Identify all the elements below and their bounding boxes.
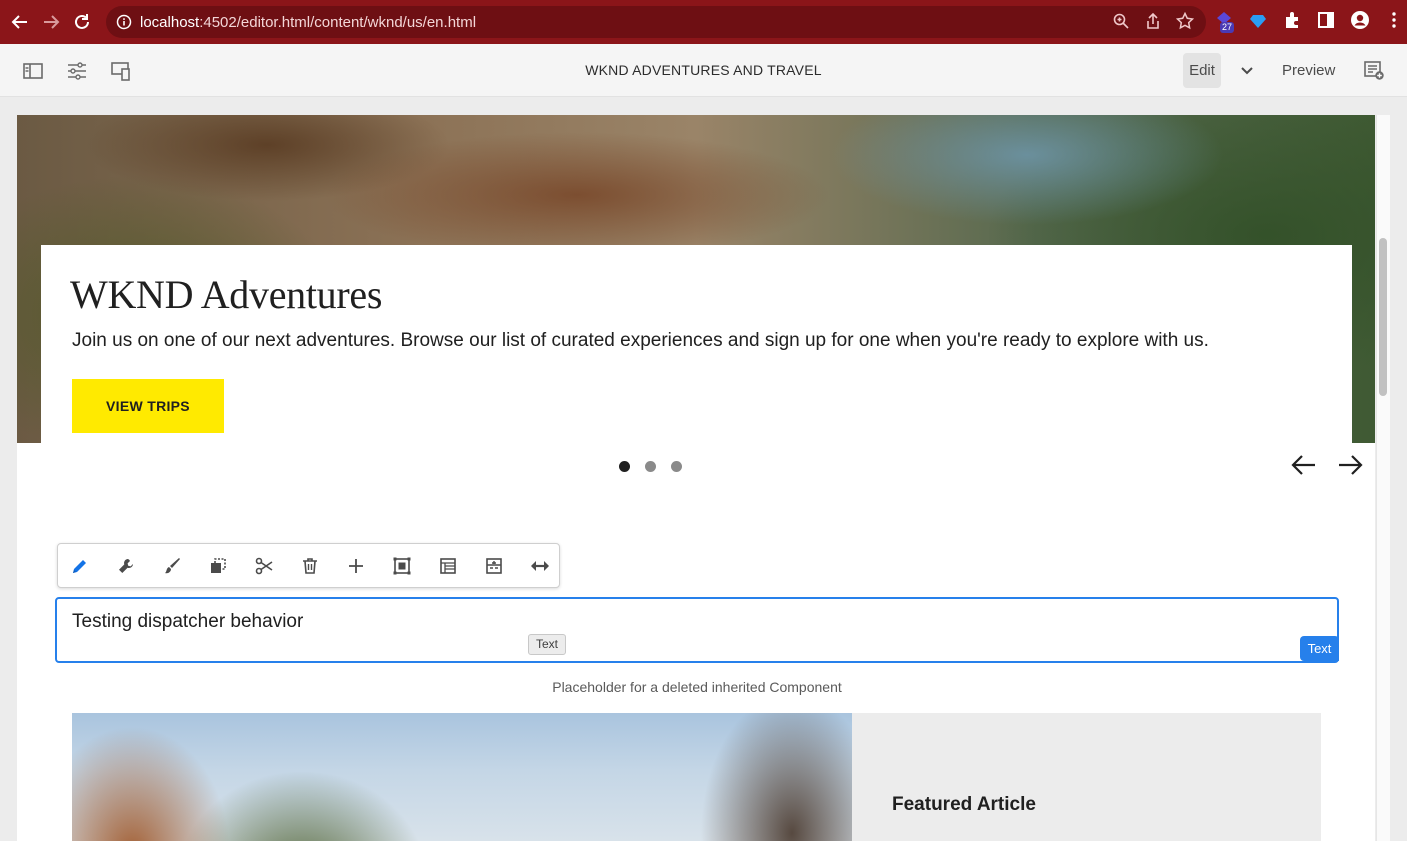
editor-toolbar: WKND ADVENTURES AND TRAVEL Edit Preview: [0, 44, 1407, 97]
resize-arrows-icon[interactable]: [529, 555, 551, 577]
back-icon[interactable]: [9, 11, 31, 33]
featured-article-panel[interactable]: Featured Article: [852, 713, 1321, 841]
view-trips-button[interactable]: VIEW TRIPS: [72, 379, 224, 433]
carousel-dot-1[interactable]: [619, 461, 630, 472]
text-component-selected[interactable]: Testing dispatcher behavior: [55, 597, 1339, 663]
gem-extension-icon[interactable]: [1248, 10, 1268, 30]
configure-wrench-icon[interactable]: [115, 555, 137, 577]
carousel-prev-arrow-icon[interactable]: [1290, 453, 1318, 477]
side-panel-icon[interactable]: [1316, 10, 1336, 30]
address-bar[interactable]: localhost:4502/editor.html/content/wknd/…: [106, 6, 1206, 38]
edit-mode-button[interactable]: Edit: [1183, 53, 1221, 88]
component-type-badge: Text: [1300, 636, 1339, 661]
url-host: localhost: [140, 13, 200, 31]
profile-avatar-icon[interactable]: [1350, 10, 1370, 30]
extensions-puzzle-icon[interactable]: [1282, 10, 1302, 30]
delete-trash-icon[interactable]: [299, 555, 321, 577]
chevron-down-icon[interactable]: [1236, 60, 1258, 82]
edit-pencil-icon[interactable]: [69, 555, 91, 577]
url-text: localhost:4502/editor.html/content/wknd/…: [140, 14, 476, 31]
preview-button[interactable]: Preview: [1282, 62, 1335, 79]
component-toolbar: [57, 543, 560, 588]
layout-container-icon[interactable]: [483, 555, 505, 577]
component-hover-tooltip: Text: [528, 634, 567, 655]
reload-icon[interactable]: [71, 11, 93, 33]
hero-description: Join us on one of our next adventures. B…: [72, 330, 1209, 351]
insert-plus-icon[interactable]: [345, 555, 367, 577]
canvas-scrollbar-thumb[interactable]: [1379, 238, 1387, 396]
carousel-indicators: [619, 461, 682, 472]
bookmark-star-icon[interactable]: [1176, 12, 1194, 30]
styles-brush-icon[interactable]: [161, 555, 183, 577]
carousel-dot-3[interactable]: [671, 461, 682, 472]
url-path: :4502/editor.html/content/wknd/us/en.htm…: [199, 13, 477, 31]
featured-article-image[interactable]: [72, 713, 852, 841]
annotations-icon[interactable]: [1363, 59, 1385, 81]
deleted-component-placeholder[interactable]: Placeholder for a deleted inherited Comp…: [0, 679, 1394, 695]
canvas-scrollbar[interactable]: [1376, 115, 1390, 841]
extension-badge-icon[interactable]: 27: [1214, 10, 1235, 33]
browser-menu-icon[interactable]: [1384, 10, 1404, 30]
carousel-dot-2[interactable]: [645, 461, 656, 472]
info-icon[interactable]: [116, 14, 132, 30]
browser-toolbar: localhost:4502/editor.html/content/wknd/…: [0, 0, 1407, 44]
text-component-content[interactable]: Testing dispatcher behavior: [72, 611, 303, 633]
extension-badge-count: 27: [1220, 22, 1235, 33]
copy-icon[interactable]: [207, 555, 229, 577]
hero-title: WKND Adventures: [70, 272, 383, 317]
hero-teaser-card[interactable]: WKND Adventures Join us on one of our ne…: [41, 245, 1352, 443]
cut-scissors-icon[interactable]: [253, 555, 275, 577]
carousel-next-arrow-icon[interactable]: [1336, 453, 1364, 477]
share-icon[interactable]: [1144, 12, 1162, 30]
featured-article-title: Featured Article: [892, 794, 1036, 815]
zoom-icon[interactable]: [1112, 12, 1130, 30]
forward-icon[interactable]: [40, 11, 62, 33]
group-frame-icon[interactable]: [391, 555, 413, 577]
parent-select-icon[interactable]: [437, 555, 459, 577]
